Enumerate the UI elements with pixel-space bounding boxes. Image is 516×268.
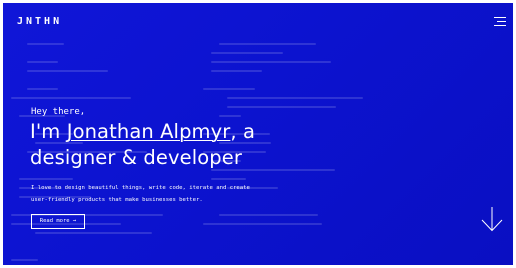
hero-description: I love to design beautiful things, write…	[31, 182, 331, 206]
read-more-button[interactable]: Read more →	[31, 214, 85, 229]
code-line-decoration	[219, 214, 318, 216]
code-line-decoration	[219, 115, 241, 117]
code-line-decoration	[19, 178, 73, 180]
site-logo[interactable]: JNTHN	[17, 16, 62, 27]
hero-section: JNTHN Hey there, I'm Jonathan Alpmyr, a d…	[3, 3, 513, 265]
hamburger-menu-icon[interactable]	[494, 16, 506, 26]
code-line-decoration	[203, 88, 255, 90]
code-line-decoration	[35, 232, 152, 234]
code-line-decoration	[11, 259, 38, 261]
code-line-decoration	[27, 70, 108, 72]
headline-line2: designer & developer	[30, 146, 242, 169]
description-line2: user-friendly products that make busines…	[31, 197, 203, 203]
code-line-decoration	[219, 43, 316, 45]
description-line1: I love to design beautiful things, write…	[31, 185, 250, 191]
hero-headline: I'm Jonathan Alpmyr, a designer & develop…	[30, 119, 255, 171]
code-line-decoration	[11, 97, 131, 99]
greeting-text: Hey there,	[31, 107, 86, 117]
headline-prefix: I'm	[30, 120, 67, 143]
code-line-decoration	[211, 61, 331, 63]
headline-suffix: , a	[230, 120, 256, 143]
arrow-down-icon[interactable]	[481, 206, 503, 232]
code-line-decoration	[27, 61, 58, 63]
code-line-decoration	[227, 106, 336, 108]
name-link[interactable]: Jonathan Alpmyr	[67, 120, 231, 143]
code-line-decoration	[211, 52, 283, 54]
code-line-decoration	[203, 223, 322, 225]
code-line-decoration	[211, 70, 262, 72]
code-line-decoration	[27, 43, 64, 45]
code-line-decoration	[227, 97, 363, 99]
code-line-decoration	[27, 88, 58, 90]
code-line-decoration	[211, 178, 246, 180]
